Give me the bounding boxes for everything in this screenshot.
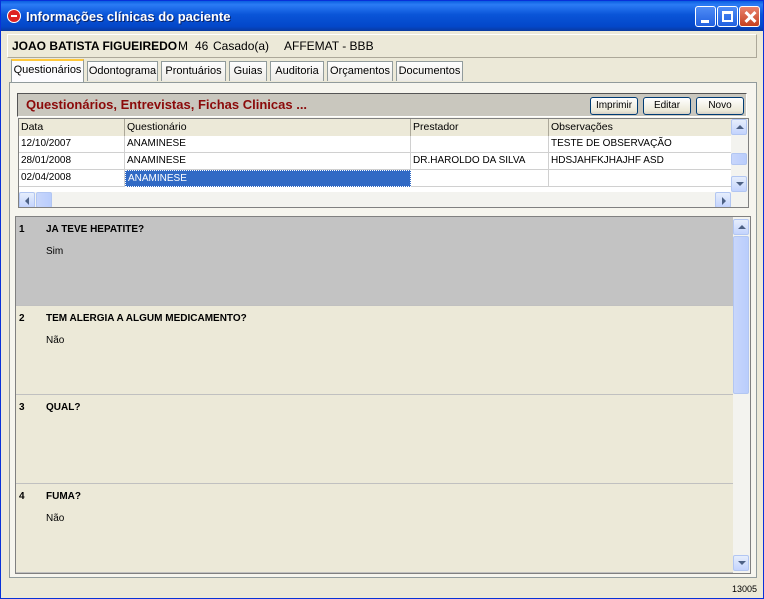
- tab-auditoria[interactable]: Auditoria: [270, 61, 324, 81]
- question-number: 3: [19, 402, 25, 413]
- questions-panel[interactable]: 1 JA TEVE HEPATITE? Sim 2 TEM ALERGIA A …: [15, 216, 751, 574]
- cell-date[interactable]: 28/01/2008: [19, 153, 125, 170]
- minimize-button[interactable]: [695, 6, 716, 27]
- title-bar[interactable]: Informações clínicas do paciente: [1, 1, 763, 31]
- tab-label: Orçamentos: [330, 65, 390, 77]
- question-number: 4: [19, 491, 25, 502]
- cell-questionnaire[interactable]: ANAMINESE: [125, 136, 411, 153]
- scroll-thumb-horizontal[interactable]: [36, 192, 52, 207]
- maximize-button[interactable]: [717, 6, 738, 27]
- patient-plan: AFFEMAT - BBB: [284, 39, 374, 53]
- scroll-up-icon[interactable]: [731, 119, 747, 135]
- print-button[interactable]: Imprimir: [590, 97, 638, 115]
- edit-button[interactable]: Editar: [643, 97, 691, 115]
- scroll-thumb[interactable]: [733, 236, 749, 394]
- tab-prontuarios[interactable]: Prontuários: [161, 61, 226, 81]
- new-button-label: Novo: [708, 100, 732, 111]
- question-text: QUAL?: [46, 402, 81, 413]
- column-header-data[interactable]: Data: [19, 119, 125, 136]
- section-title: Questionários, Entrevistas, Fichas Clini…: [26, 97, 308, 112]
- cell-date[interactable]: 02/04/2008: [19, 170, 125, 187]
- patient-civil-status: Casado(a): [213, 39, 270, 53]
- scroll-up-icon[interactable]: [733, 219, 749, 235]
- grid-horizontal-scrollbar[interactable]: [19, 192, 748, 207]
- new-button[interactable]: Novo: [696, 97, 744, 115]
- question-text: TEM ALERGIA A ALGUM MEDICAMENTO?: [46, 313, 247, 324]
- question-text: FUMA?: [46, 491, 81, 502]
- patient-info-bar: JOAO BATISTA FIGUEIREDO M 46 Casado(a) A…: [7, 34, 757, 58]
- cell-provider[interactable]: [411, 170, 549, 187]
- table-row[interactable]: 12/10/2007 ANAMINESE TESTE DE OBSERVAÇÃO: [19, 136, 733, 153]
- question-number: 1: [19, 224, 25, 235]
- questions-vertical-scrollbar[interactable]: [733, 217, 750, 573]
- grid-header-row: Data Questionário Prestador Observações: [19, 119, 733, 136]
- questionnaire-grid[interactable]: Data Questionário Prestador Observações …: [18, 118, 749, 208]
- patient-name: JOAO BATISTA FIGUEIREDO: [12, 39, 178, 53]
- question-answer[interactable]: Não: [46, 513, 64, 524]
- question-item[interactable]: 3 QUAL?: [16, 395, 736, 484]
- window-title: Informações clínicas do paciente: [26, 9, 231, 24]
- cell-questionnaire[interactable]: ANAMINESE: [125, 153, 411, 170]
- print-button-label: Imprimir: [595, 100, 633, 111]
- cell-notes[interactable]: TESTE DE OBSERVAÇÃO: [549, 136, 733, 153]
- cell-questionnaire-selected[interactable]: ANAMINESE: [125, 170, 411, 187]
- scroll-down-icon[interactable]: [733, 555, 749, 571]
- scroll-right-icon[interactable]: [715, 192, 731, 207]
- tab-documentos[interactable]: Documentos: [396, 61, 463, 81]
- scroll-left-icon[interactable]: [19, 192, 35, 207]
- question-number: 2: [19, 313, 25, 324]
- scroll-down-icon[interactable]: [731, 176, 747, 192]
- question-item[interactable]: 2 TEM ALERGIA A ALGUM MEDICAMENTO? Não: [16, 306, 736, 395]
- cell-notes[interactable]: HDSJAHFKJHAJHF ASD: [549, 153, 733, 170]
- tab-orcamentos[interactable]: Orçamentos: [327, 61, 393, 81]
- column-header-observacoes[interactable]: Observações: [549, 119, 733, 136]
- app-icon: [7, 9, 21, 23]
- cell-provider[interactable]: [411, 136, 549, 153]
- scroll-thumb[interactable]: [731, 153, 747, 165]
- tab-label: Guias: [233, 65, 263, 77]
- question-answer[interactable]: Sim: [46, 246, 63, 257]
- section-header: Questionários, Entrevistas, Fichas Clini…: [17, 93, 747, 117]
- question-answer[interactable]: Não: [46, 335, 64, 346]
- cell-date[interactable]: 12/10/2007: [19, 136, 125, 153]
- edit-button-label: Editar: [653, 100, 681, 111]
- tab-questionarios[interactable]: Questionários: [11, 59, 84, 82]
- tab-guias[interactable]: Guias: [229, 61, 267, 81]
- table-row[interactable]: 02/04/2008 ANAMINESE: [19, 170, 733, 187]
- tab-label: Prontuários: [165, 65, 222, 77]
- tab-odontograma[interactable]: Odontograma: [87, 61, 158, 81]
- tab-label: Questionários: [13, 64, 82, 76]
- column-header-questionario[interactable]: Questionário: [125, 119, 411, 136]
- patient-sex: M: [178, 39, 188, 53]
- main-window: Informações clínicas do paciente JOAO BA…: [0, 0, 764, 599]
- tab-label: Odontograma: [88, 65, 157, 77]
- table-row[interactable]: 28/01/2008 ANAMINESE DR.HAROLDO DA SILVA…: [19, 153, 733, 170]
- grid-vertical-scrollbar[interactable]: [731, 119, 748, 192]
- status-code: 13005: [731, 584, 757, 594]
- patient-age: 46: [195, 39, 209, 53]
- cell-provider[interactable]: DR.HAROLDO DA SILVA: [411, 153, 549, 170]
- close-button[interactable]: [739, 6, 760, 27]
- column-header-prestador[interactable]: Prestador: [411, 119, 549, 136]
- tab-label: Auditoria: [275, 65, 319, 77]
- question-item[interactable]: 4 FUMA? Não: [16, 484, 736, 573]
- cell-notes[interactable]: [549, 170, 733, 187]
- question-text: JA TEVE HEPATITE?: [46, 224, 145, 235]
- question-item[interactable]: 1 JA TEVE HEPATITE? Sim: [16, 217, 736, 306]
- tab-label: Documentos: [398, 65, 461, 77]
